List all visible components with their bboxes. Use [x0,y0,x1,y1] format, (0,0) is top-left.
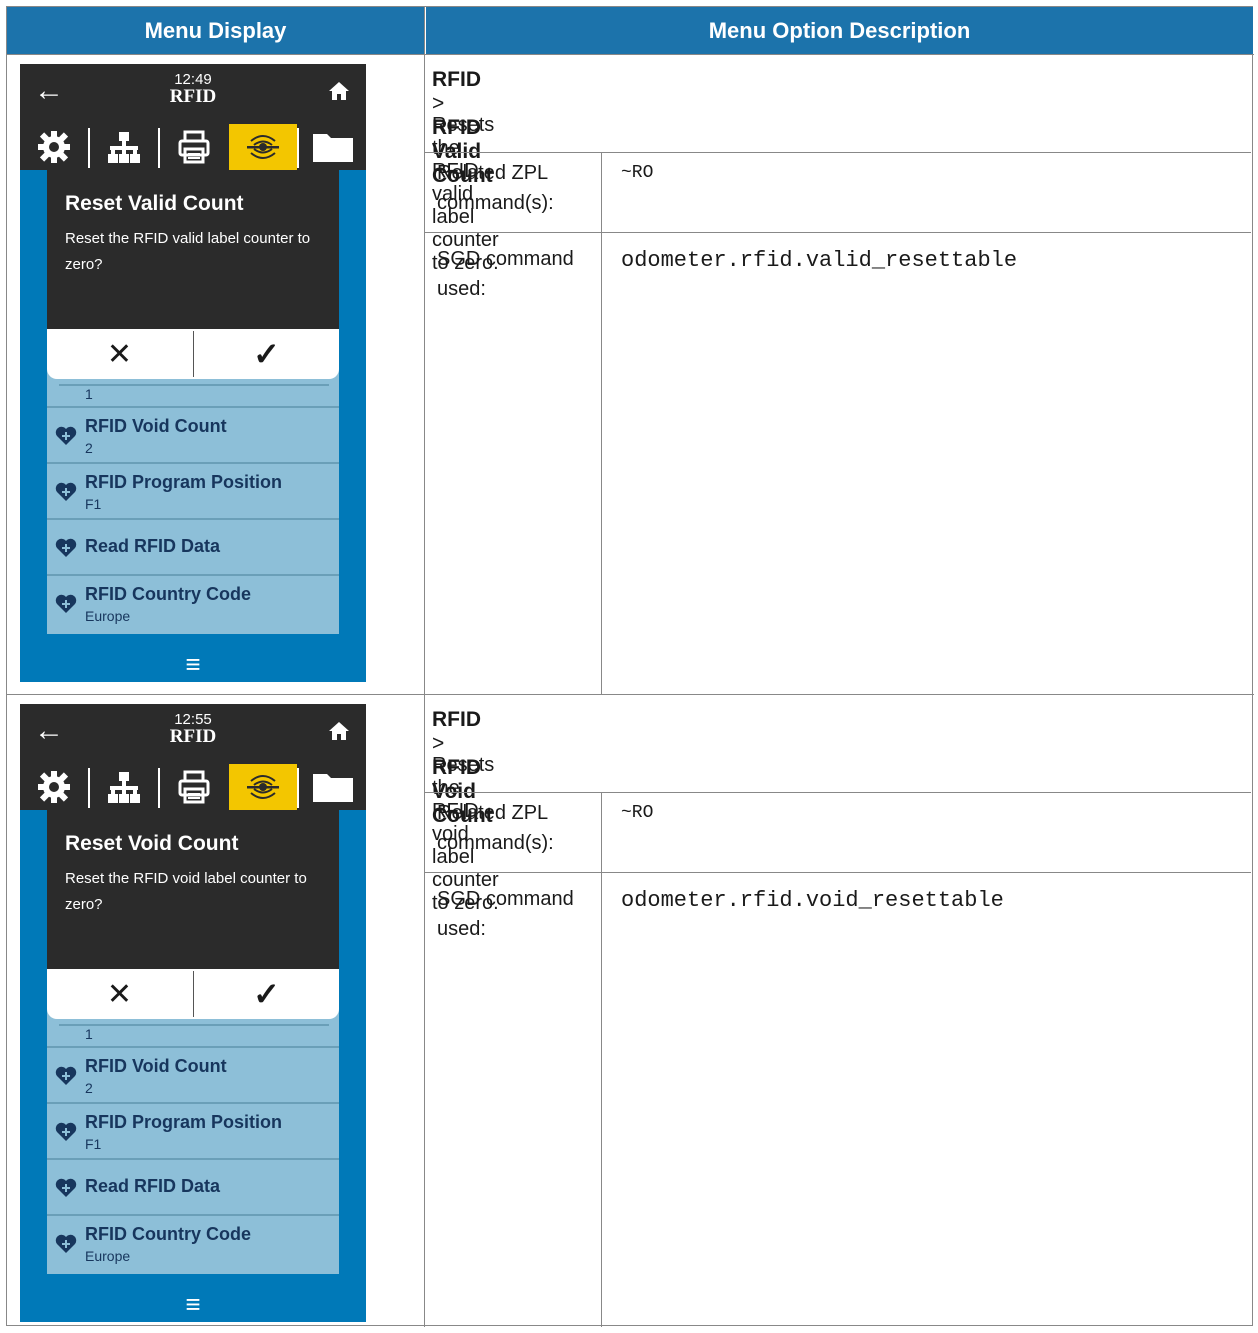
row-divider [7,694,1254,695]
zpl-command: ~RO [621,163,654,183]
screen-title: RFID [169,86,217,107]
list-item-label: Read RFID Data [85,1176,221,1196]
list-divider [59,384,329,386]
top-bar: ← 12:49 RFID [20,64,366,124]
list-item[interactable]: RFID Country Code Europe [47,574,339,630]
list-divider [59,1024,329,1026]
dialog-title: Reset Void Count [65,832,239,855]
confirm-button[interactable]: ✓ [194,329,339,379]
list-item[interactable]: RFID Country Code Europe [47,1214,339,1270]
folder-icon[interactable] [299,124,366,170]
sgd-label: SGD command used: [437,248,574,300]
menu-icon[interactable]: ≡ [20,1289,366,1320]
checkmark-icon: ✓ [253,336,280,372]
breadcrumb-separator: > [432,92,445,115]
cancel-button[interactable]: ✕ [47,329,192,379]
settings-gear-icon[interactable] [20,764,88,810]
list-item[interactable]: RFID Program Position F1 [47,1102,339,1158]
header-menu-display: Menu Display [7,7,424,54]
close-icon: ✕ [106,337,133,371]
list-item[interactable]: Read RFID Data [47,518,339,574]
list-item[interactable]: RFID Void Count 2 [47,1046,339,1102]
list-item-value: Europe [85,608,131,624]
list-item[interactable]: Read RFID Data [47,1158,339,1214]
breadcrumb-separator: > [432,732,445,755]
folder-icon[interactable] [299,764,366,810]
dialog-buttons: ✕ ✓ [47,969,339,1019]
list-item-label: RFID Program Position [85,1112,283,1132]
printer-icon[interactable] [160,124,228,170]
command-table: Related ZPL command(s): ~RO SGD command … [424,792,1251,1327]
screen-title: RFID [169,726,217,747]
cancel-button[interactable]: ✕ [47,969,192,1019]
list-item[interactable]: RFID Void Count 2 [47,406,339,462]
favorite-heart-icon[interactable] [55,594,77,619]
list-item-label: RFID Void Count [85,416,227,436]
sgd-command: odometer.rfid.void_resettable [621,888,1004,913]
home-icon[interactable] [328,80,350,107]
network-icon[interactable] [90,124,158,170]
list-item-label: RFID Country Code [85,584,251,604]
sgd-label: SGD command used: [437,888,574,940]
home-icon[interactable] [328,720,350,747]
favorite-heart-icon[interactable] [55,1066,77,1091]
zpl-command: ~RO [621,803,654,823]
checkmark-icon: ✓ [253,976,280,1012]
favorite-heart-icon[interactable] [55,1178,77,1203]
rfid-icon[interactable] [229,764,297,810]
list-item-value: Europe [85,1248,131,1264]
partial-item-value: 1 [85,1026,93,1042]
list-item-value: F1 [85,496,102,512]
breadcrumb-root: RFID [432,68,481,91]
category-tabs [20,124,366,170]
zpl-label: Related ZPL command(s): [437,162,554,214]
network-icon[interactable] [90,764,158,810]
clock: 12:49 [174,71,212,88]
category-tabs [20,764,366,810]
header-menu-option-description: Menu Option Description [425,7,1253,54]
settings-gear-icon[interactable] [20,124,88,170]
rfid-icon[interactable] [229,124,297,170]
dialog-buttons: ✕ ✓ [47,329,339,379]
list-item-value: 2 [85,1080,93,1096]
breadcrumb-root: RFID [432,708,481,731]
favorite-heart-icon[interactable] [55,482,77,507]
printer-icon[interactable] [160,764,228,810]
close-icon: ✕ [106,977,133,1011]
printer-screen: ← 12:49 RFID 1 RFID Void Count 2 RFID Pr… [20,64,366,682]
favorite-heart-icon[interactable] [55,1234,77,1259]
favorite-heart-icon[interactable] [55,1122,77,1147]
command-table: Related ZPL command(s): ~RO SGD command … [424,152,1251,694]
menu-icon[interactable]: ≡ [20,649,366,680]
sgd-command: odometer.rfid.valid_resettable [621,248,1018,273]
partial-item-value: 1 [85,386,93,402]
top-bar: ← 12:55 RFID [20,704,366,764]
favorite-heart-icon[interactable] [55,426,77,451]
header-divider [7,54,1254,55]
list-item-value: F1 [85,1136,102,1152]
zpl-label: Related ZPL command(s): [437,802,554,854]
list-item-label: RFID Program Position [85,472,283,492]
confirm-dialog: Reset Void Count Reset the RFID void lab… [47,810,339,969]
dialog-message: Reset the RFID valid label counter to ze… [65,230,311,273]
confirm-button[interactable]: ✓ [194,969,339,1019]
dialog-message: Reset the RFID void label counter to zer… [65,870,307,913]
clock: 12:55 [174,711,212,728]
confirm-dialog: Reset Valid Count Reset the RFID valid l… [47,170,339,329]
favorite-heart-icon[interactable] [55,538,77,563]
list-item-value: 2 [85,440,93,456]
list-item-label: Read RFID Data [85,536,221,556]
list-item-label: RFID Void Count [85,1056,227,1076]
list-item-label: RFID Country Code [85,1224,251,1244]
dialog-title: Reset Valid Count [65,192,244,215]
list-item[interactable]: RFID Program Position F1 [47,462,339,518]
printer-screen: ← 12:55 RFID 1 RFID Void Count 2 RFID Pr… [20,704,366,1322]
